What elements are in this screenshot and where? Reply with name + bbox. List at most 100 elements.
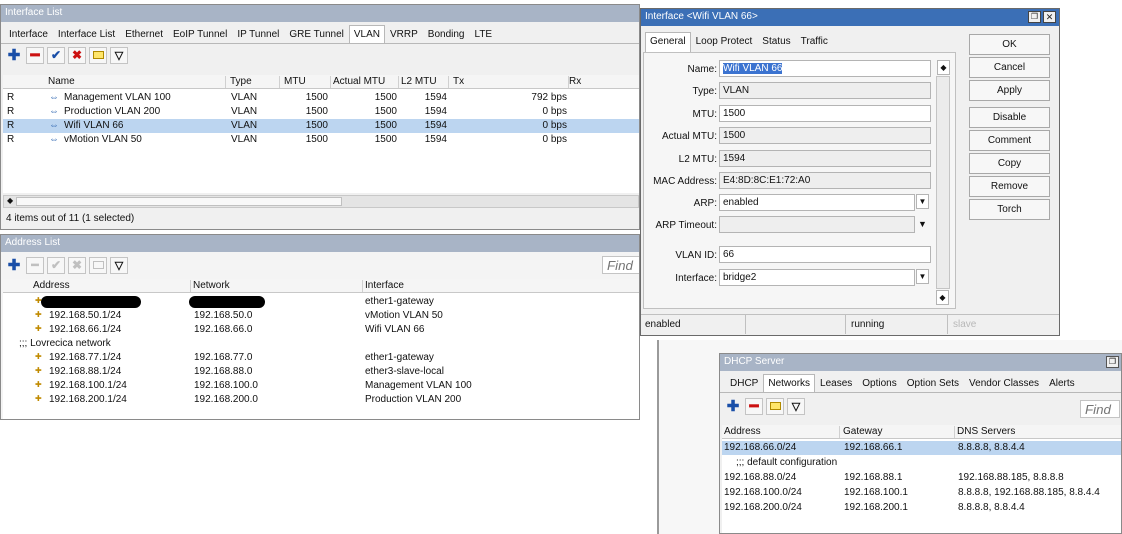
name-field[interactable]: Wifi VLAN 66 <box>719 60 931 77</box>
table-row[interactable]: ✚ 192.168.66.1/24 192.168.66.0 Wifi VLAN… <box>3 323 639 337</box>
table-row[interactable]: 192.168.88.0/24 192.168.88.1 192.168.88.… <box>722 471 1121 485</box>
col-mtu[interactable]: MTU <box>284 76 331 88</box>
disable-x-icon[interactable]: ✖ <box>68 46 86 64</box>
col-dns-servers[interactable]: DNS Servers <box>957 426 1121 438</box>
name-value: Wifi VLAN 66 <box>723 63 783 74</box>
tab-vrrp[interactable]: VRRP <box>385 25 423 43</box>
form-scrollbar[interactable] <box>936 76 950 289</box>
table-row[interactable]: 192.168.200.0/24 192.168.200.1 8.8.8.8, … <box>722 501 1121 515</box>
add-icon[interactable]: ✚ <box>5 47 23 64</box>
tab-ethernet[interactable]: Ethernet <box>120 25 168 43</box>
table-row[interactable]: ✚ 192.168.77.1/24 192.168.77.0 ether1-ga… <box>3 351 639 365</box>
table-row[interactable]: ✚ 192.168.100.1/24 192.168.100.0 Managem… <box>3 379 639 393</box>
col-type[interactable]: Type <box>230 76 280 88</box>
tab-option-sets[interactable]: Option Sets <box>902 374 964 392</box>
torch-button[interactable]: Torch <box>969 199 1050 220</box>
remove-button[interactable]: Remove <box>969 176 1050 197</box>
row-mtu: 1500 <box>305 120 328 131</box>
col-tx[interactable]: Tx <box>453 76 569 88</box>
col-rx[interactable]: Rx <box>569 76 637 88</box>
table-row[interactable]: 192.168.66.0/24 192.168.66.1 8.8.8.8, 8.… <box>722 441 1121 455</box>
apply-button[interactable]: Apply <box>969 80 1050 101</box>
address-find-input[interactable] <box>602 256 639 274</box>
ok-button[interactable]: OK <box>969 34 1050 55</box>
col-gateway[interactable]: Gateway <box>843 426 955 438</box>
col-interface[interactable]: Interface <box>365 280 635 292</box>
comment-icon[interactable] <box>89 46 107 64</box>
window-restore-icon[interactable]: ❐ <box>1106 356 1119 368</box>
form-expand-icon[interactable]: ◆ <box>936 290 949 305</box>
table-row[interactable]: ✚ ether1-gateway <box>3 295 639 309</box>
row-flag: R <box>7 106 15 117</box>
enable-check-icon[interactable]: ✔ <box>47 256 65 274</box>
disable-x-icon[interactable]: ✖ <box>68 256 86 274</box>
table-row[interactable]: R ⇔ Wifi VLAN 66 VLAN 1500 1500 1594 0 b… <box>3 119 639 133</box>
tab-loop-protect[interactable]: Loop Protect <box>691 32 758 52</box>
enable-check-icon[interactable]: ✔ <box>47 46 65 64</box>
add-icon[interactable]: ✚ <box>5 257 23 274</box>
copy-button[interactable]: Copy <box>969 153 1050 174</box>
tab-vendor-classes[interactable]: Vendor Classes <box>964 374 1044 392</box>
tab-general[interactable]: General <box>645 32 691 52</box>
tab-lte[interactable]: LTE <box>470 25 498 43</box>
table-row[interactable]: ✚ 192.168.88.1/24 192.168.88.0 ether3-sl… <box>3 365 639 379</box>
col-network[interactable]: Network <box>193 280 363 292</box>
disable-button[interactable]: Disable <box>969 107 1050 128</box>
arp-dropdown-icon[interactable]: ▼ <box>916 194 929 209</box>
table-row[interactable]: R ⇔ Production VLAN 200 VLAN 1500 1500 1… <box>3 105 639 119</box>
close-icon[interactable]: ✕ <box>1043 11 1056 23</box>
remove-icon[interactable]: ━ <box>26 46 44 64</box>
mtu-field[interactable]: 1500 <box>719 105 931 122</box>
interface-dropdown-icon[interactable]: ▼ <box>916 269 929 284</box>
filter-icon[interactable]: ▽ <box>787 397 805 415</box>
table-row[interactable]: ✚ 192.168.50.1/24 192.168.50.0 vMotion V… <box>3 309 639 323</box>
cancel-button[interactable]: Cancel <box>969 57 1050 78</box>
tab-alerts[interactable]: Alerts <box>1044 374 1080 392</box>
scroll-thumb[interactable] <box>16 197 342 206</box>
restore-icon[interactable]: ❐ <box>1028 11 1041 23</box>
col-l2-mtu[interactable]: L2 MTU <box>401 76 449 88</box>
tab-status[interactable]: Status <box>757 32 795 52</box>
tab-bonding[interactable]: Bonding <box>423 25 470 43</box>
scroll-left-icon[interactable]: ◆ <box>7 196 13 205</box>
tab-interface[interactable]: Interface <box>4 25 53 43</box>
vlan-id-field[interactable]: 66 <box>719 246 931 263</box>
comment-icon[interactable] <box>766 397 784 415</box>
filter-icon[interactable]: ▽ <box>110 46 128 64</box>
row-l2-mtu: 1594 <box>424 120 447 131</box>
tab-interface-list[interactable]: Interface List <box>53 25 120 43</box>
tab-ip-tunnel[interactable]: IP Tunnel <box>232 25 284 43</box>
tab-leases[interactable]: Leases <box>815 374 857 392</box>
tab-gre-tunnel[interactable]: GRE Tunnel <box>284 25 348 43</box>
interface-select[interactable]: bridge2 <box>719 269 915 286</box>
col-address[interactable]: Address <box>724 426 840 438</box>
arp-timeout-dropdown-icon[interactable]: ▼ <box>918 219 927 229</box>
comment-row[interactable]: ;;; default configuration <box>722 456 1121 470</box>
add-icon[interactable]: ✚ <box>724 398 742 415</box>
tab-dhcp[interactable]: DHCP <box>725 374 763 392</box>
tab-options[interactable]: Options <box>857 374 901 392</box>
remove-icon[interactable]: ━ <box>745 397 763 415</box>
table-row[interactable]: R ⇔ vMotion VLAN 50 VLAN 1500 1500 1594 … <box>3 133 639 147</box>
comment-button[interactable]: Comment <box>969 130 1050 151</box>
row-address: 192.168.88.1/24 <box>49 366 122 377</box>
col-address[interactable]: Address <box>33 280 191 292</box>
col-actual-mtu[interactable]: Actual MTU <box>333 76 399 88</box>
comment-row[interactable]: ;;; Lovrecica network <box>3 337 639 351</box>
tab-vlan[interactable]: VLAN <box>348 25 385 43</box>
col-name[interactable]: Name <box>48 76 226 88</box>
tab-networks[interactable]: Networks <box>763 374 816 392</box>
name-expand-icon[interactable]: ◆ <box>937 60 950 75</box>
table-row[interactable]: ✚ 192.168.200.1/24 192.168.200.0 Product… <box>3 393 639 407</box>
tab-eoip-tunnel[interactable]: EoIP Tunnel <box>168 25 232 43</box>
table-row[interactable]: R ⇔ Management VLAN 100 VLAN 1500 1500 1… <box>3 91 639 105</box>
comment-icon[interactable] <box>89 256 107 274</box>
arp-select[interactable]: enabled <box>719 194 915 211</box>
horizontal-scrollbar[interactable]: ◆ <box>3 195 639 208</box>
tab-traffic[interactable]: Traffic <box>796 32 833 52</box>
arp-timeout-field[interactable] <box>719 216 915 233</box>
dhcp-find-input[interactable] <box>1080 400 1120 418</box>
filter-icon[interactable]: ▽ <box>110 256 128 274</box>
remove-icon[interactable]: ━ <box>26 256 44 274</box>
table-row[interactable]: 192.168.100.0/24 192.168.100.1 8.8.8.8, … <box>722 486 1121 500</box>
